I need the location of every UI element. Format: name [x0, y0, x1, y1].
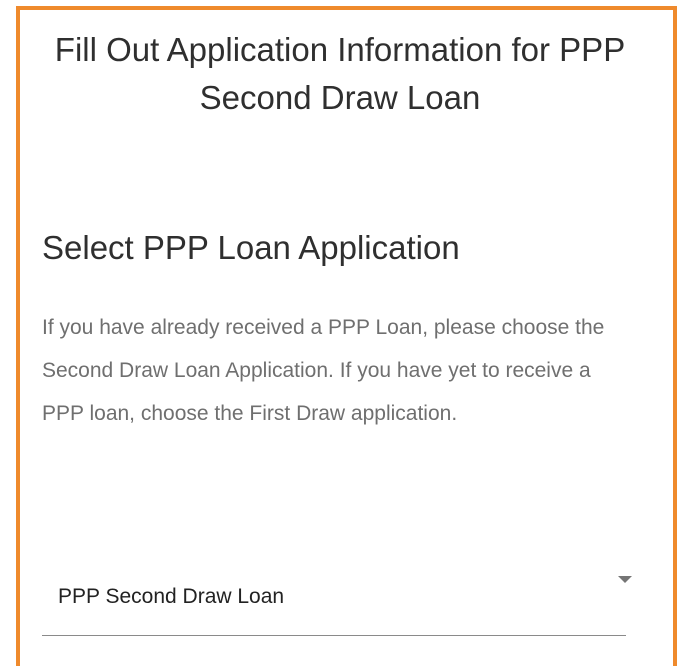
loan-application-select[interactable]: PPP Second Draw Loan — [42, 570, 632, 636]
select-value: PPP Second Draw Loan — [58, 585, 285, 608]
application-panel: Fill Out Application Information for PPP… — [16, 6, 677, 666]
page-title: Fill Out Application Information for PPP… — [54, 31, 626, 116]
section-heading: Select PPP Loan Application — [42, 229, 460, 266]
section-description: If you have already received a PPP Loan,… — [42, 316, 605, 425]
chevron-down-icon[interactable] — [618, 576, 632, 583]
